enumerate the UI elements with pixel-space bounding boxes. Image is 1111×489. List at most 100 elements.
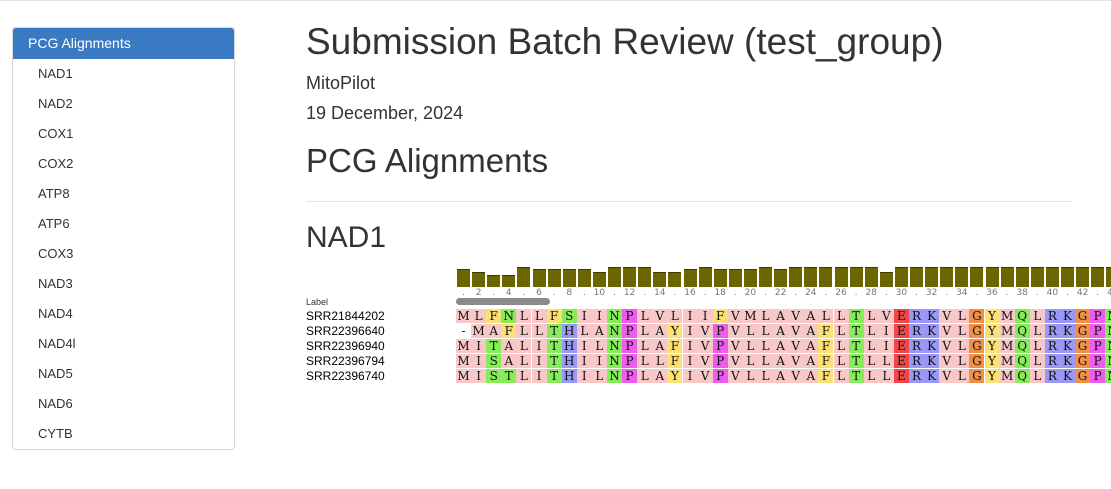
conservation-bar — [1091, 267, 1105, 287]
sidebar-item-cytb[interactable]: CYTB — [13, 419, 234, 449]
residue: H — [561, 324, 577, 338]
residue: P — [622, 309, 638, 323]
conservation-bar — [623, 267, 637, 287]
section-title: PCG Alignments — [306, 142, 549, 179]
sidebar-header-pcg-alignments[interactable]: PCG Alignments — [13, 28, 234, 59]
residue: Y — [667, 369, 683, 383]
conservation-bar — [608, 267, 621, 287]
residue: V — [788, 339, 804, 353]
residue: L — [742, 339, 758, 353]
conservation-bar — [985, 267, 999, 287]
residue: A — [652, 324, 668, 338]
sidebar-item-atp8[interactable]: ATP8 — [13, 179, 234, 209]
residue: V — [939, 369, 955, 383]
ruler-tick: 12 — [623, 288, 636, 298]
residue: F — [486, 309, 502, 323]
sidebar-item-nad4l[interactable]: NAD4l — [13, 329, 234, 359]
residue: M — [999, 339, 1015, 353]
residue: I — [682, 369, 698, 383]
residue: V — [697, 339, 713, 353]
residue: L — [758, 309, 773, 323]
residue: L — [833, 309, 849, 323]
residue: L — [1029, 324, 1045, 338]
sidebar-item-cox1[interactable]: COX1 — [13, 119, 234, 149]
residue: T — [848, 339, 864, 353]
residue: T — [848, 324, 864, 338]
ruler-tick: . — [854, 288, 858, 298]
residue: L — [516, 309, 532, 323]
residue: Q — [1014, 339, 1030, 353]
residue: V — [727, 369, 743, 383]
residue: L — [637, 324, 653, 338]
residue: F — [667, 339, 683, 353]
residue: E — [893, 369, 909, 383]
residue: M — [999, 354, 1015, 368]
residue: H — [561, 354, 577, 368]
residue: L — [516, 369, 532, 383]
ruler-tick: . — [945, 288, 949, 298]
residue: L — [954, 369, 970, 383]
sequence-row: MISALITHIINPLLFIVPVLLAVAFLTLLERKVLGYMQLR… — [456, 354, 1111, 368]
residue: T — [848, 309, 864, 323]
residue: L — [954, 354, 970, 368]
residue: A — [803, 324, 819, 338]
sidebar-item-nad6[interactable]: NAD6 — [13, 389, 234, 419]
residue: T — [486, 339, 502, 353]
residue: L — [742, 369, 758, 383]
sidebar-item-cox2[interactable]: COX2 — [13, 149, 234, 179]
residue: L — [878, 354, 894, 368]
horizontal-scroll-thumb[interactable] — [456, 298, 550, 305]
residue: M — [456, 339, 471, 353]
residue: L — [758, 324, 773, 338]
residue: A — [773, 324, 789, 338]
ruler-tick: 4 — [505, 288, 512, 298]
conservation-bar — [894, 267, 908, 287]
residue: P — [1090, 324, 1106, 338]
conservation-bar — [940, 267, 954, 287]
residue: F — [546, 309, 562, 323]
residue: N — [1105, 354, 1111, 368]
conservation-bar — [743, 269, 757, 287]
residue: R — [909, 369, 924, 383]
sidebar-item-nad5[interactable]: NAD5 — [13, 359, 234, 389]
ruler-tick: . — [552, 288, 556, 298]
conservation-bar — [1000, 267, 1014, 287]
sidebar-item-nad1[interactable]: NAD1 — [13, 59, 234, 89]
residue: M — [999, 324, 1015, 338]
residue: P — [712, 339, 728, 353]
residue: L — [758, 354, 773, 368]
residue: F — [818, 369, 834, 383]
ruler-tick: . — [794, 288, 798, 298]
ruler-tick: 36 — [986, 288, 998, 298]
residue: L — [1029, 354, 1045, 368]
residue: L — [637, 309, 653, 323]
residue: L — [833, 324, 849, 338]
residue: I — [878, 324, 894, 338]
residue: P — [1090, 369, 1106, 383]
ruler-tick: . — [703, 288, 707, 298]
conservation-bar — [653, 272, 667, 287]
residue: G — [969, 309, 985, 323]
residue: Y — [984, 369, 1000, 383]
residue: M — [471, 324, 487, 338]
conservation-bar — [849, 267, 863, 287]
residue: Q — [1014, 369, 1030, 383]
residue: Y — [667, 324, 683, 338]
sidebar-item-nad2[interactable]: NAD2 — [13, 89, 234, 119]
sidebar-item-nad3[interactable]: NAD3 — [13, 269, 234, 299]
residue: T — [546, 369, 562, 383]
sidebar-item-atp6[interactable]: ATP6 — [13, 209, 234, 239]
sequence-row: MITALITHILNPLAFIVPVLLAVAFLTLIERKVLGYMQLR… — [456, 339, 1111, 353]
sidebar-item-cox3[interactable]: COX3 — [13, 239, 234, 269]
residue: L — [576, 324, 592, 338]
conservation-bar — [1045, 267, 1059, 287]
sequence-row: MLFNLLFSIINPLVLIIFVMLAVALLTLVERKVLGYMQLR… — [456, 309, 1111, 323]
residue: L — [863, 339, 879, 353]
alignment-viewer[interactable]: Label SRR21844202 SRR22396640 SRR22396940 S… — [306, 260, 1111, 390]
conservation-bar — [547, 269, 561, 287]
residue: R — [909, 324, 924, 338]
conservation-bar — [713, 269, 727, 287]
residue: V — [788, 324, 804, 338]
residue: L — [863, 324, 879, 338]
sidebar-item-nad4[interactable]: NAD4 — [13, 299, 234, 329]
